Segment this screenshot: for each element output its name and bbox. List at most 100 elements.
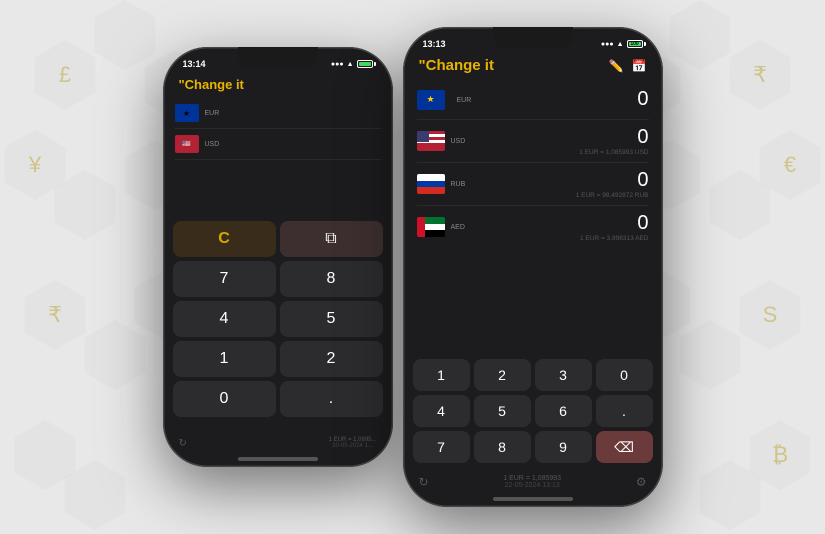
currency-list-back: ★ EUR 🇺🇸 USD [165,98,391,217]
keypad-row-78-back: 7 8 [173,261,383,297]
battery-fill-back [359,62,371,66]
notch-front [493,27,573,49]
key-0-back[interactable]: 0 [173,381,276,417]
keypad-row-45-back: 4 5 [173,301,383,337]
code-aed-front: AED [451,224,465,231]
home-indicator-front [493,497,573,501]
currency-list-front: ★ EUR 0 [405,80,661,355]
footer-rate-front: 1 EUR = 1,085993 [503,475,561,482]
hex-cell: ₹ [725,40,795,110]
key-dot-front[interactable]: . [596,395,653,427]
keypad-row3-front: 7 8 9 ⌫ [413,431,653,463]
hex-cell: £ [30,40,100,110]
screen-front: 13:13 ●●● ▲ 100 "Change it ✏️ 📅 [405,29,661,505]
key-backspace-front[interactable]: ⌫ [596,431,653,463]
footer-date-front: 22-05-2024 13:13 [503,482,561,489]
rate-rub-front: 1 EUR = 98,492872 RUB [576,192,649,199]
rate-aed-front: 1 EUR = 3,998313 AED [580,235,648,242]
battery-back [357,60,373,68]
app-header-back: "Change it [165,73,391,98]
footer-info-back: 1 EUR = 1,0895... 20-05-2024 1... [329,437,377,449]
currency-code-eur-back: EUR [205,110,220,117]
time-front: 13:13 [423,39,446,49]
footer-front: ↻ 1 EUR = 1,085993 22-05-2024 13:13 ⚙ [405,471,661,497]
wifi-back: ▲ [347,61,354,68]
phones-container: 13:14 ●●● ▲ "Change it ★ [133,17,693,517]
amount-usd-front: 0 [579,126,648,149]
value-rub-front: 0 1 EUR = 98,492872 RUB [576,169,649,199]
currency-row-usd-front: USD 0 1 EUR = 1,085993 USD [417,120,649,163]
key-7-front[interactable]: 7 [413,431,470,463]
key-1-front[interactable]: 1 [413,359,470,391]
value-eur-front: 0 [637,88,648,111]
hex-cell: S [735,280,805,350]
amount-aed-front: 0 [580,212,648,235]
signal-back: ●●● [331,61,344,68]
app-header-front: "Change it ✏️ 📅 [405,53,661,80]
notch-back [238,47,318,69]
currency-row-aed-front: AED 0 1 EUR = 3,998313 AED [417,206,649,248]
key-0-front[interactable]: 0 [596,359,653,391]
wifi-icon-front: ▲ [617,41,624,48]
footer-date-back: 20-05-2024 1... [329,443,377,449]
amount-rub-front: 0 [576,169,649,192]
key-8-front[interactable]: 8 [474,431,531,463]
footer-info-front: 1 EUR = 1,085993 22-05-2024 13:13 [503,475,561,489]
app-title-back: "Change it [179,77,244,92]
key-5-front[interactable]: 5 [474,395,531,427]
refresh-icon-front[interactable]: ↻ [419,475,429,489]
currency-row-usd-back: 🇺🇸 USD [175,129,381,160]
currency-info-eur-back: EUR [205,109,220,117]
amount-eur-front: 0 [637,88,648,111]
time-back: 13:14 [183,59,206,69]
phone-front: 13:13 ●●● ▲ 100 "Change it ✏️ 📅 [403,27,663,507]
key-3-front[interactable]: 3 [535,359,592,391]
key-7-back[interactable]: 7 [173,261,276,297]
flag-aed-front [417,217,445,237]
code-eur-front: EUR [457,97,472,104]
footer-back: ↻ 1 EUR = 1,0895... 20-05-2024 1... [165,433,391,457]
keypad-row-top-back: C ⧉ [173,221,383,257]
flag-rub-front [417,174,445,194]
currency-info-eur-front: EUR [457,96,472,104]
key-4-back[interactable]: 4 [173,301,276,337]
pencil-icon[interactable]: ✏️ [609,59,624,73]
key-2-front[interactable]: 2 [474,359,531,391]
keypad-row2-front: 4 5 6 . [413,395,653,427]
currency-info-rub-front: RUB [451,180,466,188]
settings-icon-front[interactable]: ⚙ [636,475,647,489]
keypad-front: 1 2 3 0 4 5 6 . 7 8 9 ⌫ [405,355,661,471]
screen-back: 13:14 ●●● ▲ "Change it ★ [165,49,391,465]
keypad-back: C ⧉ 7 8 4 5 1 2 0 . [165,217,391,433]
home-indicator-back [238,457,318,461]
key-6-front[interactable]: 6 [535,395,592,427]
status-right-front: ●●● ▲ 100 [601,40,643,48]
flag-eur-back: ★ [175,104,199,122]
hex-cell: ₹ [20,280,90,350]
phone-back: 13:14 ●●● ▲ "Change it ★ [163,47,393,467]
value-aed-front: 0 1 EUR = 3,998313 AED [580,212,648,242]
currency-row-eur-front: ★ EUR 0 [417,80,649,120]
key-copy-back[interactable]: ⧉ [280,221,383,257]
battery-front: 100 [627,40,643,48]
key-5-back[interactable]: 5 [280,301,383,337]
key-2-back[interactable]: 2 [280,341,383,377]
code-usd-front: USD [451,138,466,145]
battery-fill-front: 100 [629,42,641,46]
calendar-icon[interactable]: 📅 [632,59,647,73]
currency-info-usd-back: USD [205,140,220,148]
code-rub-front: RUB [451,181,466,188]
key-4-front[interactable]: 4 [413,395,470,427]
currency-info-aed-front: AED [451,223,465,231]
key-8-back[interactable]: 8 [280,261,383,297]
flag-usd-back: 🇺🇸 [175,135,199,153]
app-title-front: "Change it [419,57,494,74]
key-dot-back[interactable]: . [280,381,383,417]
value-usd-front: 0 1 EUR = 1,085993 USD [579,126,648,156]
key-C-back[interactable]: C [173,221,276,257]
key-9-front[interactable]: 9 [535,431,592,463]
key-1-back[interactable]: 1 [173,341,276,377]
keypad-row1-front: 1 2 3 0 [413,359,653,391]
rate-usd-front: 1 EUR = 1,085993 USD [579,149,648,156]
signal-front: ●●● [601,41,614,48]
